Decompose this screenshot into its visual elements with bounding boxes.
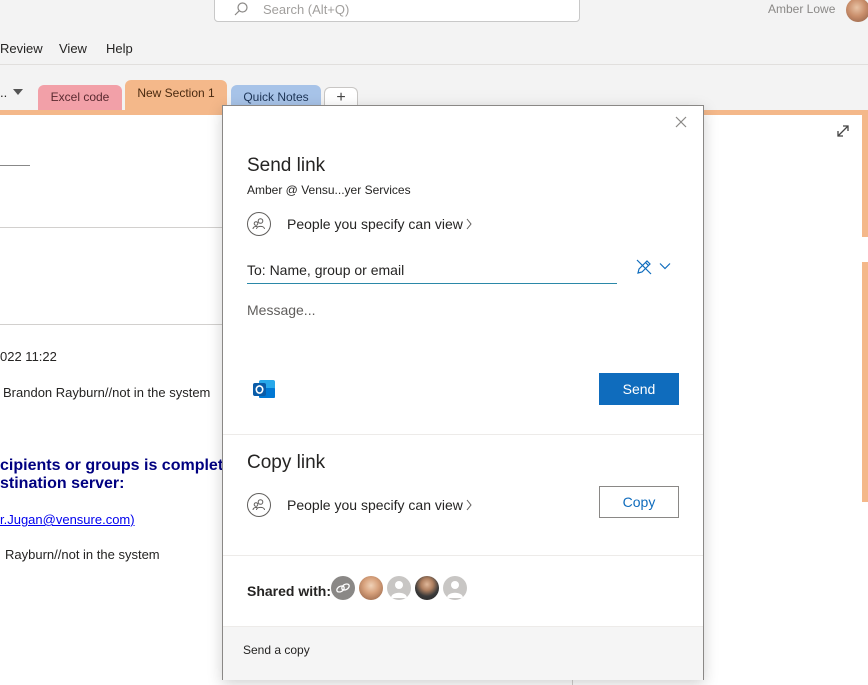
- copy-link-title: Copy link: [247, 452, 326, 473]
- search-icon: [234, 2, 248, 16]
- divider-line: [0, 227, 222, 228]
- page-bold-text: stination server:: [0, 475, 125, 492]
- permission-label: People you specify can view: [287, 216, 463, 232]
- user-avatar[interactable]: [846, 0, 868, 22]
- search-box[interactable]: [214, 0, 580, 22]
- notebook-selector[interactable]: ..: [0, 85, 7, 100]
- dialog-footer: Send a copy: [223, 626, 703, 680]
- send-link-subtitle: Amber @ Vensu...yer Services: [247, 183, 411, 197]
- chevron-right-icon: [466, 499, 472, 511]
- page-text: 022 11:22: [0, 349, 57, 364]
- page-bold-text: cipients or groups is complet: [0, 457, 224, 474]
- copy-link-permission[interactable]: People you specify can view: [247, 493, 477, 519]
- expand-icon[interactable]: [834, 122, 852, 140]
- tab-new-section-1[interactable]: New Section 1: [125, 80, 227, 111]
- divider-line: [0, 324, 222, 325]
- link-icon: [336, 583, 350, 593]
- title-bar: Amber Lowe: [0, 0, 868, 30]
- copy-button[interactable]: Copy: [599, 486, 679, 518]
- tab-excel-code[interactable]: Excel code: [38, 85, 122, 111]
- search-input[interactable]: [261, 0, 565, 20]
- chevron-down-icon[interactable]: [659, 262, 671, 270]
- avatar[interactable]: [415, 576, 439, 600]
- send-button[interactable]: Send: [599, 373, 679, 405]
- caret-down-icon[interactable]: [13, 89, 23, 95]
- menu-view[interactable]: View: [59, 41, 87, 56]
- avatar[interactable]: [387, 576, 411, 600]
- send-link-title: Send link: [247, 155, 326, 176]
- close-icon[interactable]: [673, 114, 689, 130]
- section-divider: [223, 434, 703, 435]
- person-icon: [447, 581, 463, 598]
- link-avatar[interactable]: [331, 576, 355, 600]
- send-link-permission[interactable]: People you specify can view: [247, 212, 477, 238]
- pen-settings-icon[interactable]: [635, 258, 653, 276]
- shared-with-label: Shared with:: [247, 583, 332, 599]
- user-name: Amber Lowe: [768, 2, 836, 16]
- avatar[interactable]: [359, 576, 383, 600]
- page-email-link[interactable]: r.Jugan@vensure.com): [0, 512, 135, 527]
- message-input[interactable]: [247, 302, 677, 362]
- divider-line: [0, 165, 30, 166]
- to-recipients-input[interactable]: [247, 256, 617, 284]
- menu-help[interactable]: Help: [106, 41, 133, 56]
- avatar[interactable]: [443, 576, 467, 600]
- page-text: Brandon Rayburn//not in the system: [3, 385, 211, 400]
- share-dialog: Send link Amber @ Vensu...yer Services P…: [222, 105, 704, 680]
- outlook-icon[interactable]: [251, 376, 277, 402]
- page-text: Rayburn//not in the system: [5, 547, 160, 562]
- chevron-right-icon: [466, 218, 472, 230]
- person-icon: [391, 581, 407, 598]
- section-color-strip: [862, 115, 868, 237]
- menu-review[interactable]: Review: [0, 41, 43, 56]
- permission-label: People you specify can view: [287, 497, 463, 513]
- people-icon: [247, 493, 271, 517]
- section-divider: [223, 555, 703, 556]
- people-icon: [247, 212, 271, 236]
- section-color-strip: [862, 262, 868, 502]
- menu-bar: Review View Help: [0, 30, 868, 65]
- send-a-copy-link[interactable]: Send a copy: [243, 643, 310, 657]
